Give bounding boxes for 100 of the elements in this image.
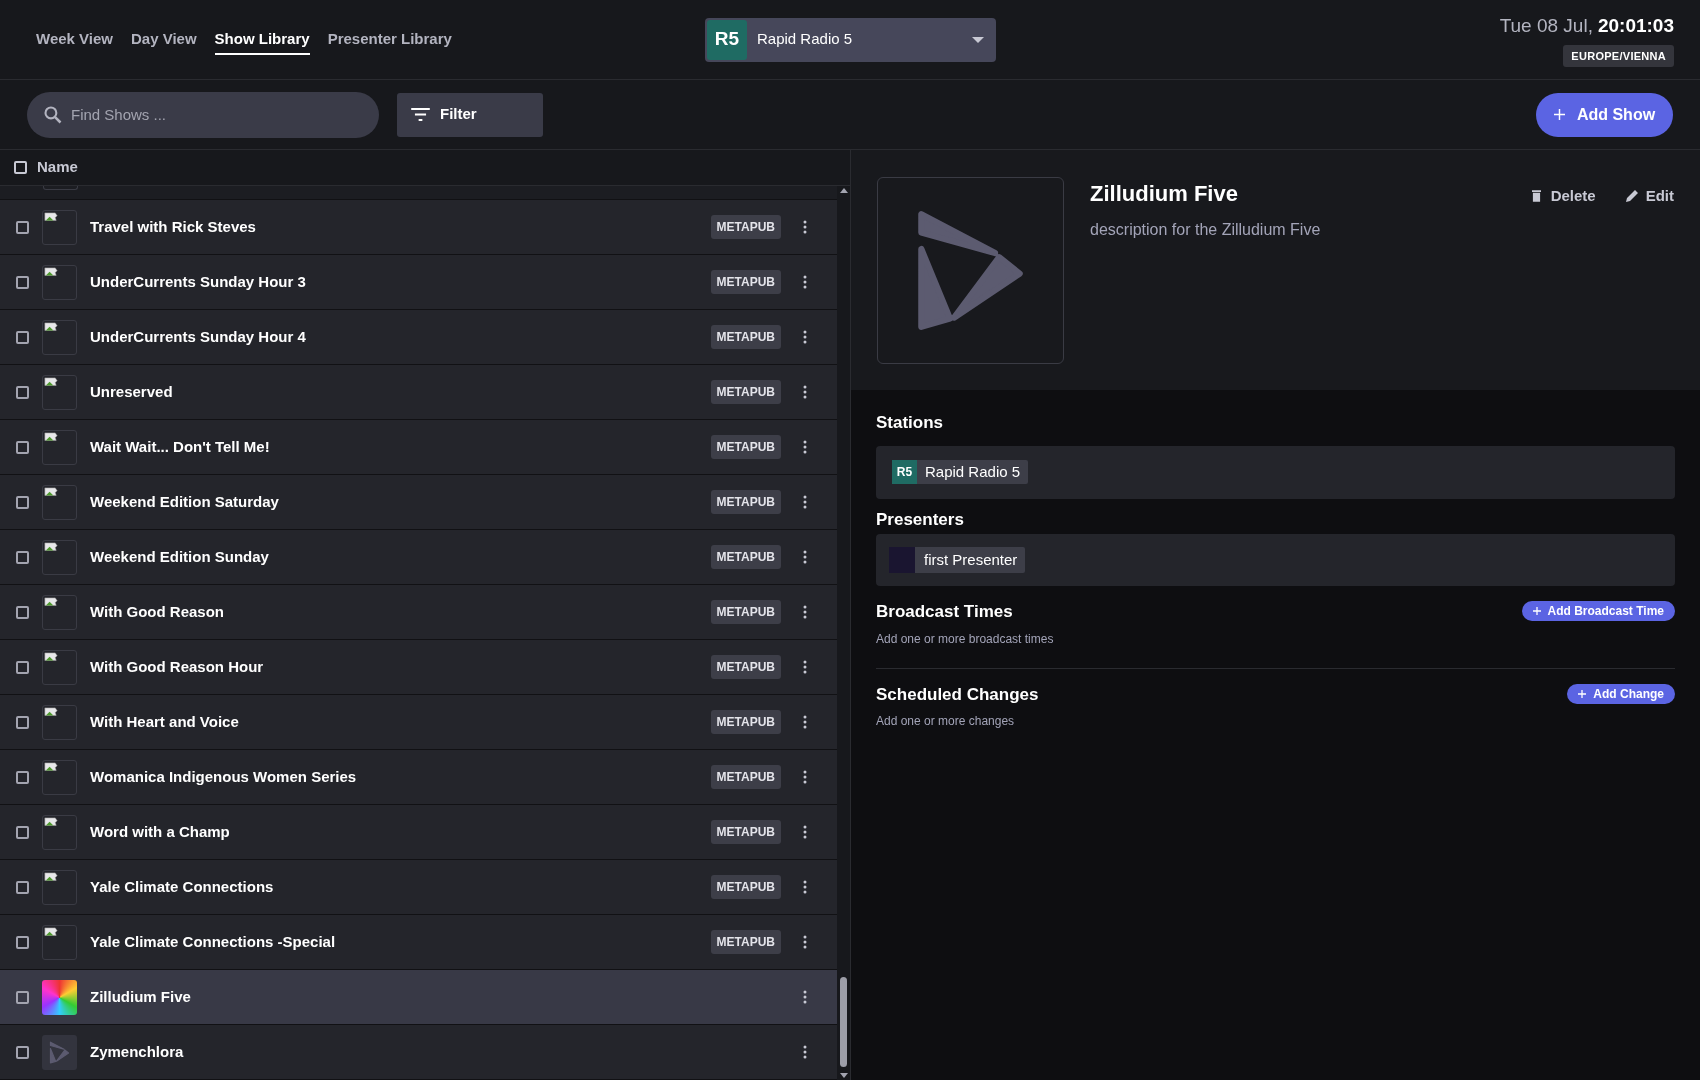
show-description: description for the Zilludium Five [1090,220,1322,240]
broken-image-icon [42,594,77,630]
show-row[interactable]: Zilludium Five [0,970,837,1025]
show-title: Zilludium Five [1090,180,1239,208]
nav-tab[interactable]: Presenter Library [327,24,452,55]
pencil-icon [1625,190,1638,203]
broken-image-icon [42,924,77,960]
scroll-down-icon[interactable] [839,1073,848,1078]
select-all-checkbox[interactable] [14,161,27,174]
filter-icon [411,108,430,121]
show-name: Zilludium Five [90,986,192,1007]
plus-icon [1532,607,1541,615]
source-badge: METAPUB [710,710,781,734]
broken-image-icon [42,759,77,795]
show-row[interactable]: UnderCurrents Sunday Hour 3 METAPUB [0,255,837,310]
source-badge: METAPUB [710,875,781,899]
time-text: 20:01:03 [1597,14,1674,38]
row-checkbox[interactable] [16,990,29,1004]
broken-image-icon [42,264,77,300]
show-row[interactable]: With Heart and Voice METAPUB [0,695,837,750]
broken-image-icon [42,814,77,850]
station-name: Rapid Radio 5 [925,461,1021,482]
show-row[interactable]: Yale Climate Connections -Special METAPUB [0,915,837,970]
more-icon[interactable] [803,440,807,454]
show-name: UnderCurrents Sunday Hour 3 [90,271,307,292]
station-name: Rapid Radio 5 [757,29,854,50]
show-name: With Good Reason [90,601,226,622]
show-row[interactable]: With Good Reason Hour METAPUB [0,640,837,695]
show-row[interactable]: Zymenchlora [0,1025,837,1080]
more-icon[interactable] [803,495,807,509]
more-icon[interactable] [803,825,807,839]
more-icon[interactable] [803,220,807,234]
edit-button[interactable]: Edit [1625,185,1674,208]
search-field[interactable]: Find Shows ... [27,91,379,138]
row-checkbox[interactable] [16,220,29,234]
show-name: Yale Climate Connections [90,876,275,897]
add-button[interactable]: Add Change [1567,683,1675,704]
source-badge: METAPUB [710,215,781,239]
nav-tab[interactable]: Week View [36,24,113,55]
show-name: Wait Wait... Don't Tell Me! [90,436,271,457]
row-checkbox[interactable] [16,330,29,344]
dropdown-caret-icon [972,36,984,43]
more-icon[interactable] [803,880,807,894]
show-name: Weekend Edition Sunday [90,546,270,567]
more-icon[interactable] [803,935,807,949]
station-select[interactable]: R5 Rapid Radio 5 [705,17,996,62]
row-checkbox[interactable] [16,825,29,839]
nav-tab[interactable]: Show Library [214,24,310,55]
row-checkbox[interactable] [16,440,29,454]
show-name: Weekend Edition Saturday [90,491,280,512]
more-icon[interactable] [803,605,807,619]
more-icon[interactable] [803,1045,807,1059]
row-checkbox[interactable] [16,935,29,949]
show-row[interactable]: Word with a Champ METAPUB [0,805,837,860]
more-icon[interactable] [803,715,807,729]
thumbnail-frame [43,186,78,190]
show-row[interactable]: Wait Wait... Don't Tell Me! METAPUB [0,420,837,475]
more-icon[interactable] [803,550,807,564]
more-icon[interactable] [803,770,807,784]
show-name: Zymenchlora [90,1041,185,1062]
show-row[interactable]: Yale Climate Connections METAPUB [0,860,837,915]
source-badge: METAPUB [710,490,781,514]
show-row[interactable]: With Good Reason METAPUB [0,585,837,640]
row-checkbox[interactable] [16,715,29,729]
show-name: Womanica Indigenous Women Series [90,766,358,787]
date-text: Tue 08 Jul, [1499,14,1593,38]
filter-button[interactable]: Filter [397,92,543,137]
row-checkbox[interactable] [16,495,29,509]
scrollbar-thumb[interactable] [840,977,847,1067]
row-checkbox[interactable] [16,880,29,894]
show-row[interactable]: Weekend Edition Saturday METAPUB [0,475,837,530]
show-row[interactable]: Womanica Indigenous Women Series METAPUB [0,750,837,805]
column-header: Name [37,157,78,178]
show-row[interactable]: UnderCurrents Sunday Hour 4 METAPUB [0,310,837,365]
show-row[interactable]: Weekend Edition Sunday METAPUB [0,530,837,585]
row-checkbox[interactable] [16,1045,29,1059]
scroll-up-icon[interactable] [839,188,848,193]
row-checkbox[interactable] [16,275,29,289]
row-checkbox[interactable] [16,605,29,619]
more-icon[interactable] [803,330,807,344]
more-icon[interactable] [803,275,807,289]
row-checkbox[interactable] [16,770,29,784]
show-row[interactable]: Unreserved METAPUB [0,365,837,420]
source-badge: METAPUB [710,765,781,789]
row-checkbox[interactable] [16,660,29,674]
add-button[interactable]: Add Broadcast Time [1521,601,1675,621]
more-icon[interactable] [803,660,807,674]
presenter-name: first Presenter [924,549,1018,570]
avatar-placeholder [889,547,915,573]
row-checkbox[interactable] [16,385,29,399]
station-logo: R5 [707,19,747,60]
add-show-button[interactable]: Add Show [1536,92,1673,137]
delete-button[interactable]: Delete [1531,185,1596,208]
broken-image-icon [42,869,77,905]
more-icon[interactable] [803,385,807,399]
more-icon[interactable] [803,990,807,1004]
row-checkbox[interactable] [16,550,29,564]
nav-tab[interactable]: Day View [131,24,197,55]
play-logo-icon [42,1034,77,1070]
show-row[interactable]: Travel with Rick Steves METAPUB [0,200,837,255]
